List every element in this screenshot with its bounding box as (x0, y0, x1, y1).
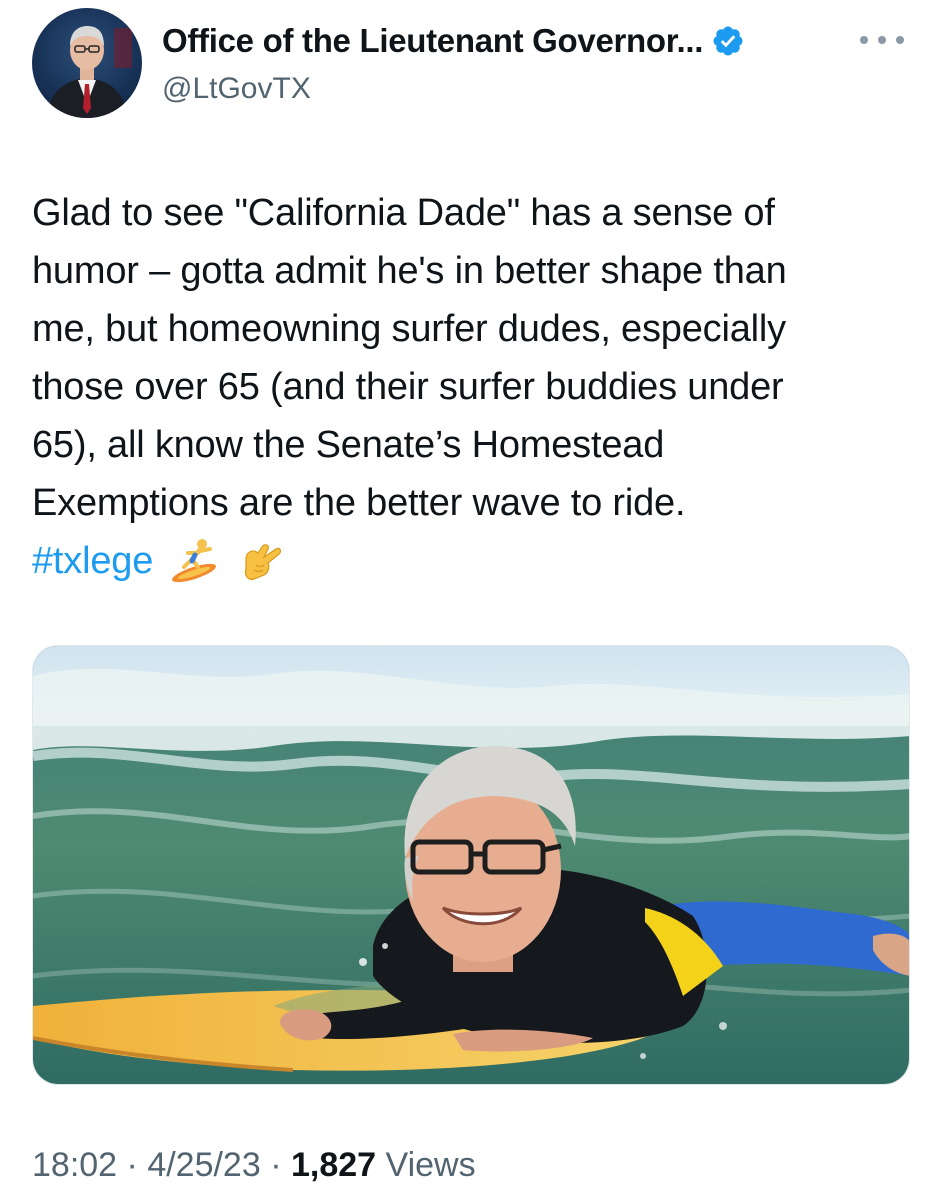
dot (896, 36, 904, 44)
call-me-hand-emoji-icon (244, 544, 281, 580)
meta-separator: · (117, 1146, 148, 1184)
tweet-text-line: 65), all know the Senate’s Homestead (32, 424, 665, 466)
dot (878, 36, 886, 44)
tweet-text-line: humor – gotta admit he's in better shape… (32, 250, 787, 292)
author-name-row[interactable]: Office of the Lieutenant Governor... (162, 22, 745, 60)
tweet-text-line: me, but homeowning surfer dudes, especia… (32, 308, 786, 350)
views-label: Views (376, 1146, 476, 1184)
tweet: Office of the Lieutenant Governor... @Lt… (0, 0, 940, 1200)
tweet-text: Glad to see "California Dade" has a sens… (32, 184, 902, 590)
surfer-photo (33, 646, 909, 1084)
tweet-text-line: Exemptions are the better wave to ride. (32, 482, 686, 524)
avatar[interactable] (32, 8, 142, 118)
tweet-text-line: those over 65 (and their surfer buddies … (32, 366, 784, 408)
author-handle[interactable]: @LtGovTX (162, 72, 311, 106)
more-dots-icon[interactable] (860, 26, 904, 54)
verified-badge-icon (713, 26, 743, 56)
tweet-text-line: Glad to see "California Dade" has a sens… (32, 192, 775, 234)
views-count[interactable]: 1,827 (291, 1146, 376, 1184)
avatar-portrait (46, 26, 132, 118)
tweet-meta: 18:02 · 4/25/23 · 1,827 Views (32, 1146, 476, 1185)
tweet-media-image[interactable] (32, 645, 910, 1085)
display-name[interactable]: Office of the Lieutenant Governor... (162, 22, 703, 60)
hashtag-link[interactable]: #txlege (32, 540, 153, 582)
tweet-time[interactable]: 18:02 (32, 1146, 117, 1184)
tweet-date[interactable]: 4/25/23 (147, 1146, 260, 1184)
meta-separator: · (260, 1146, 291, 1184)
surfer-emoji-icon (171, 539, 216, 583)
hashtag-line: #txlege (32, 532, 902, 590)
dot (860, 36, 868, 44)
